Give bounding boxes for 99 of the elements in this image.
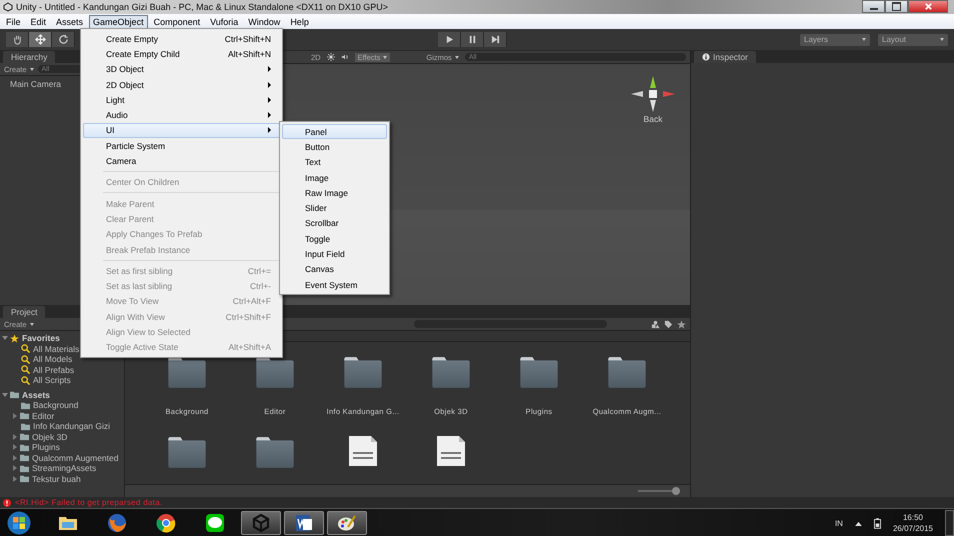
menu-item[interactable]: Image xyxy=(282,170,387,186)
menu-item[interactable]: Button xyxy=(282,139,387,155)
tool-button[interactable] xyxy=(52,32,75,47)
close-button[interactable] xyxy=(908,0,948,13)
rotate-icon xyxy=(58,34,68,45)
menu-item[interactable]: Create Empty Ctrl+Shift+N xyxy=(83,31,280,46)
info-icon xyxy=(702,53,710,61)
step-button[interactable] xyxy=(484,32,507,47)
menu-bar-item[interactable]: Help xyxy=(286,14,313,28)
folder-icon[interactable] xyxy=(343,356,383,389)
tree-item[interactable]: Qualcomm Augmented xyxy=(0,452,124,463)
document-thumbnail[interactable] xyxy=(348,436,378,466)
search-icon xyxy=(21,344,30,354)
menu-item[interactable]: Raw Image xyxy=(282,185,387,200)
menu-bar-item[interactable]: Component xyxy=(150,14,204,28)
palette-icon xyxy=(337,513,357,533)
tree-item[interactable]: Background xyxy=(0,400,124,410)
menu-item[interactable]: Particle System xyxy=(83,138,280,154)
menu-item[interactable]: Event System xyxy=(282,276,387,292)
folder-icon[interactable] xyxy=(607,356,647,389)
menu-bar-item[interactable]: Edit xyxy=(26,14,50,28)
folder-icon[interactable] xyxy=(255,356,295,389)
shapes-icon[interactable] xyxy=(651,320,660,328)
tree-item[interactable]: Editor xyxy=(0,410,124,421)
star-icon xyxy=(10,334,19,343)
menu-bar-item[interactable]: File xyxy=(2,14,25,28)
menu-item[interactable]: Canvas xyxy=(282,262,387,277)
clock[interactable]: 16:50 26/07/2015 xyxy=(892,512,933,534)
hand-icon xyxy=(12,34,22,45)
menu-item[interactable]: Toggle xyxy=(282,231,387,246)
chat-bubble-icon xyxy=(205,513,225,533)
tree-item[interactable]: Tekstur buah xyxy=(0,474,124,484)
browser-icon xyxy=(156,513,176,533)
menu-item[interactable]: UI xyxy=(83,122,280,138)
maximize-button[interactable] xyxy=(885,0,908,13)
error-icon xyxy=(3,498,11,506)
menu-bar-item[interactable]: Vuforia xyxy=(206,14,242,28)
search-icon xyxy=(21,354,30,364)
tree-item[interactable]: All Prefabs xyxy=(0,364,124,375)
sun-icon[interactable] xyxy=(326,53,335,61)
menu-item[interactable]: Camera xyxy=(83,153,280,169)
play-button[interactable] xyxy=(438,32,461,47)
taskbar-button[interactable] xyxy=(327,511,367,535)
play-icon xyxy=(444,35,454,44)
tool-button[interactable] xyxy=(29,32,52,47)
menu-item[interactable]: Audio xyxy=(83,107,280,123)
menu-item[interactable]: Text xyxy=(282,154,387,170)
menu-item[interactable]: Panel xyxy=(282,124,387,140)
language-indicator[interactable]: IN xyxy=(834,518,843,528)
menu-item[interactable]: Input Field xyxy=(282,246,387,262)
pause-button[interactable] xyxy=(461,32,484,47)
cube-logo-icon xyxy=(251,513,271,533)
inspector-tab[interactable]: Inspector xyxy=(694,51,756,63)
menu-item[interactable]: 2D Object xyxy=(83,76,280,92)
view-label[interactable]: Back xyxy=(644,114,662,124)
menu-item[interactable]: Create Empty Child Alt+Shift+N xyxy=(83,46,280,62)
move-arrows-icon xyxy=(34,34,46,45)
star-icon[interactable] xyxy=(677,320,686,328)
show-desktop-button[interactable] xyxy=(945,510,954,536)
menu-bar-item[interactable]: GameObject xyxy=(89,14,148,28)
step-icon xyxy=(490,35,500,44)
tool-button[interactable] xyxy=(6,32,29,47)
folder-icon[interactable] xyxy=(519,356,559,389)
tree-item[interactable]: Assets xyxy=(0,390,124,400)
start-button[interactable] xyxy=(6,510,32,536)
tree-item[interactable]: All Scripts xyxy=(0,375,124,386)
layers-dropdown[interactable]: Layers xyxy=(800,34,870,46)
layout-dropdown[interactable]: Layout xyxy=(878,34,948,46)
battery-icon[interactable] xyxy=(874,518,881,528)
hierarchy-tab[interactable]: Hierarchy xyxy=(3,51,56,63)
menu-item[interactable]: Slider xyxy=(282,200,387,216)
browser-icon xyxy=(107,513,127,533)
folder-icon[interactable] xyxy=(431,356,471,389)
tree-item[interactable]: Plugins xyxy=(0,442,124,452)
menu-bar-item[interactable]: Assets xyxy=(52,14,88,28)
search-icon xyxy=(21,365,30,374)
search-icon xyxy=(21,376,30,385)
windows-orb-icon xyxy=(7,511,31,535)
cube-logo-icon xyxy=(3,2,13,12)
speaker-icon[interactable] xyxy=(340,53,349,61)
show-hidden-icons-icon[interactable] xyxy=(854,520,862,526)
menu-item[interactable]: Light xyxy=(83,92,280,108)
taskbar-button[interactable] xyxy=(284,511,324,535)
tree-item[interactable]: All Models xyxy=(0,354,124,364)
document-icon xyxy=(294,513,314,533)
window-title: Unity - Untitled - Kandungan Gizi Buah - PC, Mac & Linux Standalone <DX11 on DX10 GPU> xyxy=(16,2,388,12)
folder-icon[interactable] xyxy=(255,436,295,469)
project-tab[interactable]: Project xyxy=(3,306,46,318)
minimize-button[interactable] xyxy=(862,0,885,13)
folder-icon[interactable] xyxy=(167,356,207,389)
menu-item[interactable]: Scrollbar xyxy=(282,216,387,232)
tree-item[interactable]: Info Kandungan Gizi xyxy=(0,421,124,432)
document-thumbnail[interactable] xyxy=(436,436,466,466)
tree-item[interactable]: Objek 3D xyxy=(0,432,124,442)
close-icon xyxy=(924,2,932,11)
pause-icon xyxy=(468,35,476,44)
menu-bar-item[interactable]: Window xyxy=(244,14,284,28)
tree-item[interactable]: StreamingAssets xyxy=(0,463,124,474)
folder-icon[interactable] xyxy=(167,436,207,469)
